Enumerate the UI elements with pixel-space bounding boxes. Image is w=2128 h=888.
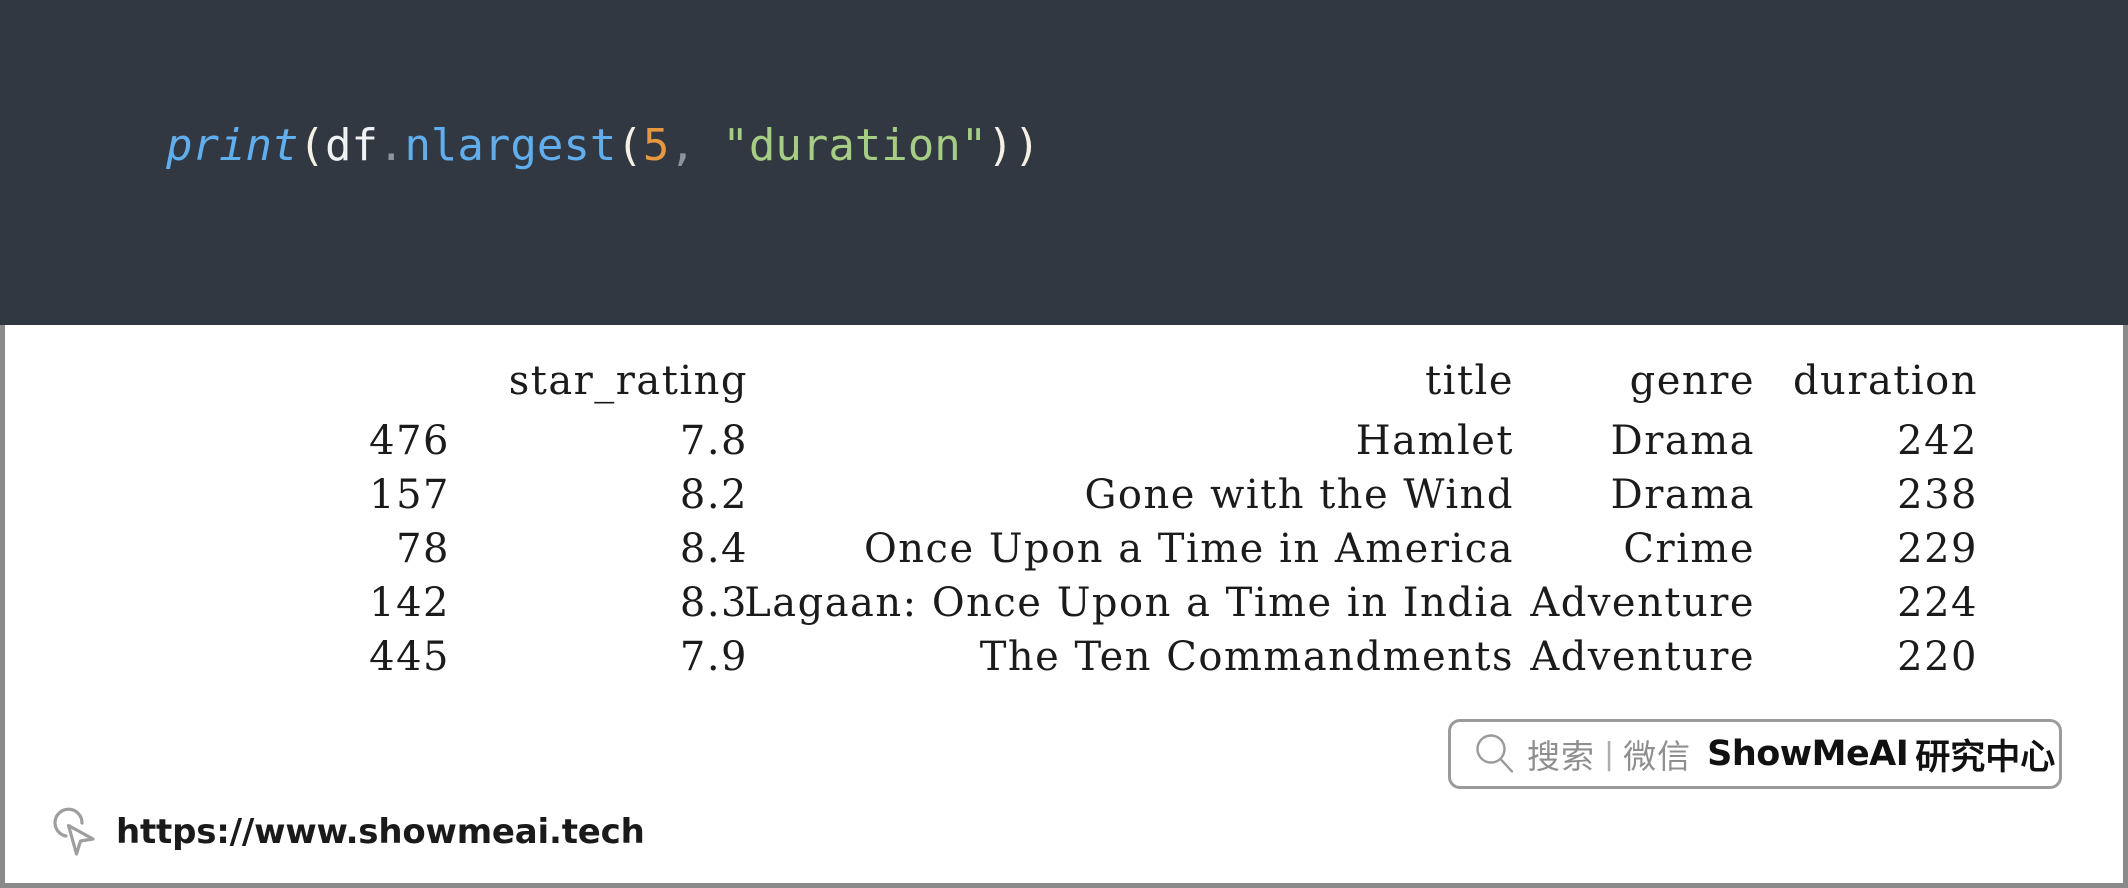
cell-genre: Drama — [1610, 418, 1755, 464]
screenshot-root: print(df.nlargest(5, "duration")) star_r… — [0, 0, 2128, 888]
cell-genre: Crime — [1623, 526, 1755, 572]
cell-genre: Drama — [1610, 472, 1755, 518]
cell-star-rating: 7.8 — [679, 418, 748, 464]
code-token-close-paren-2: ) — [1013, 120, 1041, 171]
cell-duration: 224 — [1897, 580, 1978, 626]
code-token-number: 5 — [642, 120, 670, 171]
code-token-comma: , — [669, 120, 696, 171]
row-index: 445 — [369, 634, 450, 680]
row-index: 78 — [396, 526, 450, 572]
cell-title: Once Upon a Time in America — [864, 526, 1514, 572]
row-index: 157 — [369, 472, 450, 518]
cell-title: Gone with the Wind — [1084, 472, 1514, 518]
column-header-star-rating: star_rating — [508, 358, 748, 404]
cell-title: Hamlet — [1355, 418, 1514, 464]
footer-url-text: https://www.showmeai.tech — [116, 812, 645, 852]
cell-star-rating: 7.9 — [679, 634, 748, 680]
table-row: 78 8.4 Once Upon a Time in America Crime… — [5, 526, 2128, 580]
search-icon — [1476, 734, 1514, 773]
footer-url-group[interactable]: https://www.showmeai.tech — [52, 805, 645, 859]
code-token-function: print — [166, 120, 299, 171]
cell-duration: 220 — [1897, 634, 1978, 680]
code-token-open-paren-2: ( — [616, 120, 643, 171]
code-line[interactable]: print(df.nlargest(5, "duration")) — [166, 118, 1040, 174]
badge-search-label: 搜索 — [1527, 737, 1595, 776]
code-token-dot: . — [377, 120, 405, 171]
cell-star-rating: 8.2 — [679, 472, 748, 518]
table-row: 142 8.3 Lagaan: Once Upon a Time in Indi… — [5, 580, 2128, 634]
cell-duration: 229 — [1897, 526, 1978, 572]
cursor-pointer-icon — [53, 807, 95, 856]
code-block: print(df.nlargest(5, "duration")) — [0, 0, 2128, 325]
cell-genre: Adventure — [1530, 580, 1755, 626]
row-index: 142 — [369, 580, 450, 626]
cell-genre: Adventure — [1530, 634, 1755, 680]
code-token-variable: df — [324, 120, 378, 171]
code-token-method: nlargest — [404, 120, 617, 171]
table-row: 157 8.2 Gone with the Wind Drama 238 — [5, 472, 2128, 526]
output-panel: star_rating title genre duration 476 7.8… — [0, 325, 2128, 888]
badge-brand-suffix: 研究中心 — [1915, 737, 2056, 778]
showmeai-badge[interactable]: 搜索 | 微信 ShowMeAI 研究中心 — [1448, 719, 2062, 789]
cell-duration: 238 — [1897, 472, 1978, 518]
table-row: 445 7.9 The Ten Commandments Adventure 2… — [5, 634, 2128, 688]
column-header-title: title — [1425, 358, 1514, 404]
code-token-open-paren-1: ( — [298, 120, 325, 171]
column-header-genre: genre — [1629, 358, 1755, 404]
row-index: 476 — [369, 418, 450, 464]
cell-title: Lagaan: Once Upon a Time in India — [744, 580, 1514, 626]
code-token-string: "duration" — [722, 120, 988, 171]
cell-title: The Ten Commandments — [979, 634, 1514, 680]
cell-star-rating: 8.4 — [679, 526, 748, 572]
cell-star-rating: 8.3 — [679, 580, 748, 626]
column-header-duration: duration — [1792, 358, 1978, 404]
table-row: 476 7.8 Hamlet Drama 242 — [5, 418, 2128, 472]
badge-brand-name: ShowMeAI — [1707, 734, 1909, 774]
table-header-row: star_rating title genre duration — [5, 358, 2128, 412]
badge-channel-label: 微信 — [1623, 737, 1692, 776]
code-token-close-paren-1: ) — [987, 120, 1014, 171]
badge-separator: | — [1604, 736, 1615, 772]
cell-duration: 242 — [1897, 418, 1978, 464]
